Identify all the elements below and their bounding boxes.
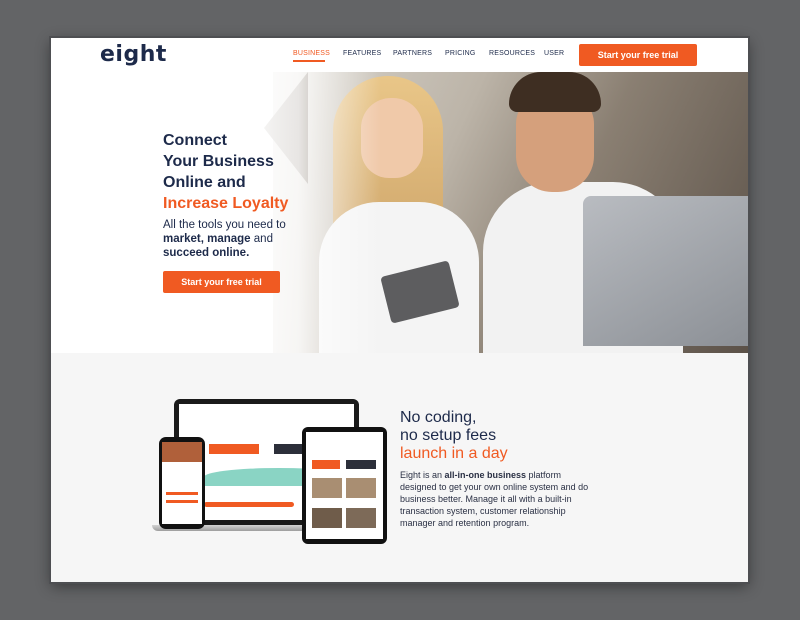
features-title-line1: No coding, [400,409,477,426]
man-hair [509,72,601,112]
nav-active-underline [293,60,325,62]
features-title-line2: no setup fees [400,427,497,444]
hero-sub-line1: All the tools you need to [163,219,286,231]
nav-item-partners[interactable]: PARTNERS [393,50,432,57]
laptop-image [583,196,748,346]
hero-text: Connect Your Business Online and Increas… [163,130,363,260]
features-title: No coding, no setup fees launch in a day [400,409,600,463]
hero-title-line3: Online and [163,174,246,191]
hero-sub-bold2: succeed online. [163,247,250,259]
features-description: Eight is an all-in-one business platform… [400,469,600,529]
hero-title-line1: Connect [163,132,227,149]
nav-item-features[interactable]: FEATURES [343,50,381,57]
tablet-mockup [302,427,387,544]
tablet-screen [306,432,383,539]
features-desc-bold: all-in-one business [444,470,527,480]
hero-sub-mid: and [250,233,273,245]
hero-section: Connect Your Business Online and Increas… [51,72,748,353]
nav-item-user[interactable]: USER [544,50,564,57]
nav-item-resources[interactable]: RESOURCES [489,50,535,57]
features-title-accent: launch in a day [400,445,508,462]
eight-logo[interactable]: eight [100,42,167,67]
hero-subtitle: All the tools you need to market, manage… [163,218,363,260]
phone-mockup [159,437,205,529]
nav-item-pricing[interactable]: PRICING [445,50,476,57]
hero-free-trial-button[interactable]: Start your free trial [163,271,280,293]
hero-title-line2: Your Business [163,153,274,170]
hero-title-accent: Increase Loyalty [163,195,289,212]
phone-screen [162,442,202,524]
hero-sub-bold1: market, manage [163,233,251,245]
features-section: No coding, no setup fees launch in a day… [51,353,748,582]
features-desc-prefix: Eight is an [400,470,445,480]
browser-page: eight BUSINESS FEATURES PARTNERS PRICING… [51,38,748,582]
nav-item-business[interactable]: BUSINESS [293,50,330,57]
hero-title: Connect Your Business Online and Increas… [163,130,363,214]
header-free-trial-button[interactable]: Start your free trial [579,44,697,66]
site-header: eight BUSINESS FEATURES PARTNERS PRICING… [51,38,748,72]
